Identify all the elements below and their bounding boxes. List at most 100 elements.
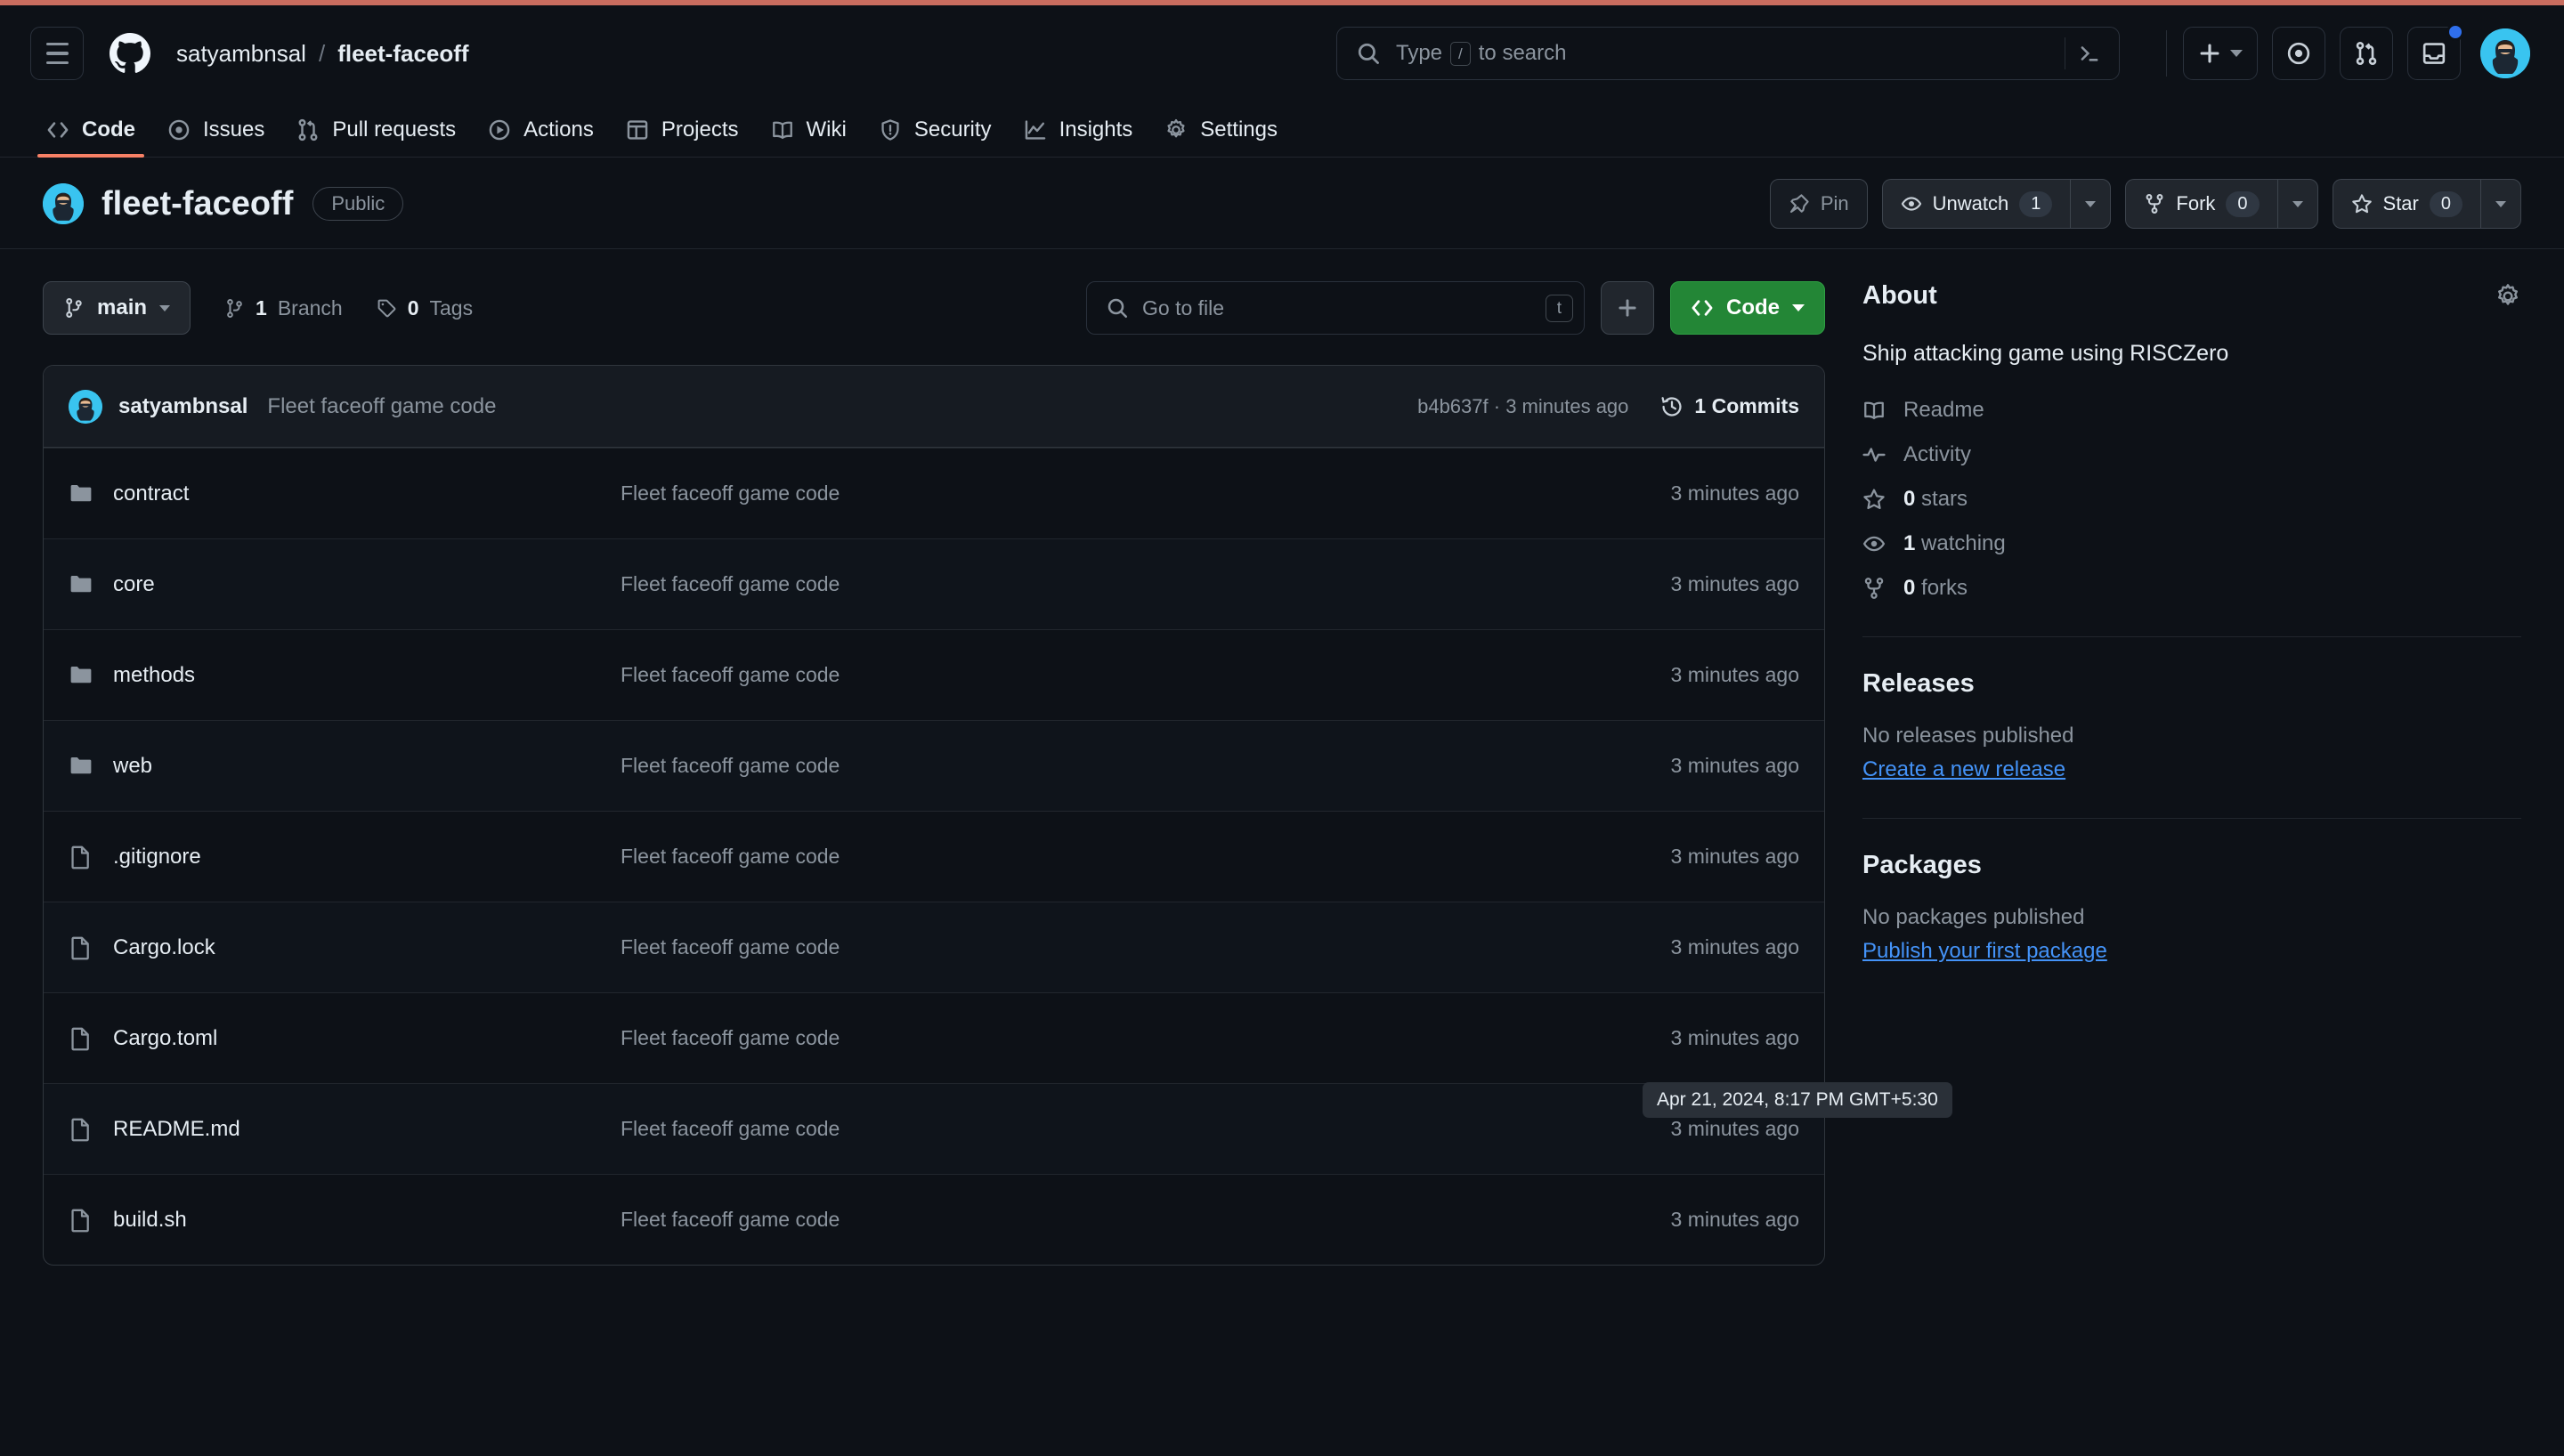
stars-link[interactable]: 0 stars [1862,487,2521,512]
tags-count-link[interactable]: 0 Tags [377,296,473,320]
commit-relative-time: 3 minutes ago [1505,394,1629,417]
commits-count-label: 1 Commits [1694,394,1799,417]
file-commit-message[interactable]: Fleet faceoff game code [621,1026,1235,1050]
visibility-badge: Public [312,187,404,221]
terminal-icon[interactable] [2078,42,2101,65]
fork-button[interactable]: Fork 0 [2125,179,2277,229]
tab-code[interactable]: Code [30,117,151,158]
packages-section: Packages No packages published Publish y… [1862,851,2521,964]
watching-label: watching [1921,530,2006,555]
code-button[interactable]: Code [1670,281,1825,335]
commit-hash-and-time[interactable]: b4b637f · 3 minutes ago [1417,395,1628,418]
notification-indicator-dot [2446,23,2464,41]
github-logo-icon[interactable] [103,27,157,80]
watch-dropdown-button[interactable] [2070,179,2112,229]
code-icon [1691,296,1714,320]
breadcrumb: satyambnsal / fleet-faceoff [176,40,469,68]
watching-link[interactable]: 1 watching [1862,531,2521,556]
file-name[interactable]: Cargo.toml [113,1026,217,1051]
create-release-link[interactable]: Create a new release [1862,757,2065,782]
repo-owner-avatar[interactable] [43,183,84,224]
activity-link[interactable]: Activity [1862,442,2521,467]
header-actions [2150,23,2530,80]
pin-button[interactable]: Pin [1769,179,1868,229]
forks-link[interactable]: 0 forks [1862,576,2521,601]
file-table: satyambnsal Fleet faceoff game code b4b6… [43,365,1825,1266]
create-new-button[interactable] [2183,27,2258,80]
chevron-down-icon [2495,200,2506,207]
readme-link[interactable]: Readme [1862,398,2521,423]
branch-selector-button[interactable]: main [43,281,191,335]
pull-requests-button[interactable] [2340,27,2393,80]
table-row[interactable]: .gitignore Fleet faceoff game code 3 min… [44,811,1824,902]
file-name[interactable]: core [113,572,155,597]
file-name[interactable]: .gitignore [113,845,201,870]
tab-insights[interactable]: Insights [1008,117,1149,157]
repo-forked-icon [1862,577,1886,600]
file-commit-message[interactable]: Fleet faceoff game code [621,754,1235,778]
file-commit-message[interactable]: Fleet faceoff game code [621,663,1235,687]
publish-package-link[interactable]: Publish your first package [1862,939,2107,964]
notifications-button[interactable] [2407,23,2464,80]
unwatch-button[interactable]: Unwatch 1 [1881,179,2071,229]
gear-icon[interactable] [2495,283,2521,310]
repository-nav-tabs: Code Issues Pull requests Actions Projec… [0,101,2564,158]
file-name[interactable]: README.md [113,1117,240,1142]
file-name[interactable]: methods [113,663,195,688]
file-commit-message[interactable]: Fleet faceoff game code [621,845,1235,869]
add-file-button[interactable] [1601,281,1654,335]
pulse-icon [1862,443,1886,466]
repo-forked-icon [2144,193,2165,214]
tab-projects[interactable]: Projects [610,117,755,157]
table-row[interactable]: Cargo.lock Fleet faceoff game code 3 min… [44,902,1824,992]
page-title[interactable]: fleet-faceoff [101,185,293,223]
hamburger-menu-button[interactable] [30,27,84,80]
issues-button[interactable] [2272,27,2325,80]
file-commit-message[interactable]: Fleet faceoff game code [621,481,1235,506]
go-to-file-input[interactable]: Go to file t [1086,281,1585,335]
table-row[interactable]: contract Fleet faceoff game code 3 minut… [44,448,1824,538]
file-name-cell: web [69,754,621,779]
tab-issues-label: Issues [203,117,265,142]
file-commit-message[interactable]: Fleet faceoff game code [621,935,1235,959]
table-row[interactable]: web Fleet faceoff game code 3 minutes ag… [44,720,1824,811]
commit-author-avatar[interactable] [69,389,102,424]
branches-count-link[interactable]: 1 Branch [224,296,343,320]
tab-settings[interactable]: Settings [1148,117,1294,157]
folder-icon [69,754,93,779]
table-row[interactable]: README.md Fleet faceoff game code 3 minu… [44,1083,1824,1174]
table-row[interactable]: core Fleet faceoff game code 3 minutes a… [44,538,1824,629]
table-row[interactable]: build.sh Fleet faceoff game code 3 minut… [44,1174,1824,1265]
commits-count-link[interactable]: 1 Commits [1660,394,1799,418]
avatar[interactable] [2480,28,2530,78]
tab-security[interactable]: Security [863,117,1008,157]
table-row[interactable]: Cargo.toml Fleet faceoff game code 3 min… [44,992,1824,1083]
global-search-input[interactable]: Type / to search [1336,27,2120,80]
file-commit-message[interactable]: Fleet faceoff game code [621,1208,1235,1232]
tab-insights-label: Insights [1059,117,1133,142]
file-name[interactable]: web [113,754,152,779]
tab-wiki[interactable]: Wiki [755,117,863,157]
file-name-cell: Cargo.lock [69,935,621,960]
breadcrumb-owner[interactable]: satyambnsal [176,40,306,68]
file-commit-message[interactable]: Fleet faceoff game code [621,1117,1235,1141]
file-name[interactable]: build.sh [113,1208,187,1233]
star-dropdown-button[interactable] [2480,179,2521,229]
file-name[interactable]: Cargo.lock [113,935,215,960]
folder-icon [69,481,93,506]
tab-pull-requests[interactable]: Pull requests [280,117,472,157]
commit-author-name[interactable]: satyambnsal [118,394,247,419]
commit-message[interactable]: Fleet faceoff game code [267,394,496,419]
tab-actions[interactable]: Actions [472,117,610,157]
file-commit-message[interactable]: Fleet faceoff game code [621,572,1235,596]
fork-dropdown-button[interactable] [2276,179,2318,229]
file-name[interactable]: contract [113,481,189,506]
repository-action-buttons: Pin Unwatch 1 Fork 0 Star 0 [1769,179,2521,229]
tab-issues[interactable]: Issues [151,117,280,157]
code-button-label: Code [1726,295,1780,320]
table-row[interactable]: methods Fleet faceoff game code 3 minute… [44,629,1824,720]
breadcrumb-repo[interactable]: fleet-faceoff [337,40,468,68]
star-button[interactable]: Star 0 [2332,179,2480,229]
tab-projects-label: Projects [661,117,739,142]
forks-count: 0 [1903,575,1916,600]
